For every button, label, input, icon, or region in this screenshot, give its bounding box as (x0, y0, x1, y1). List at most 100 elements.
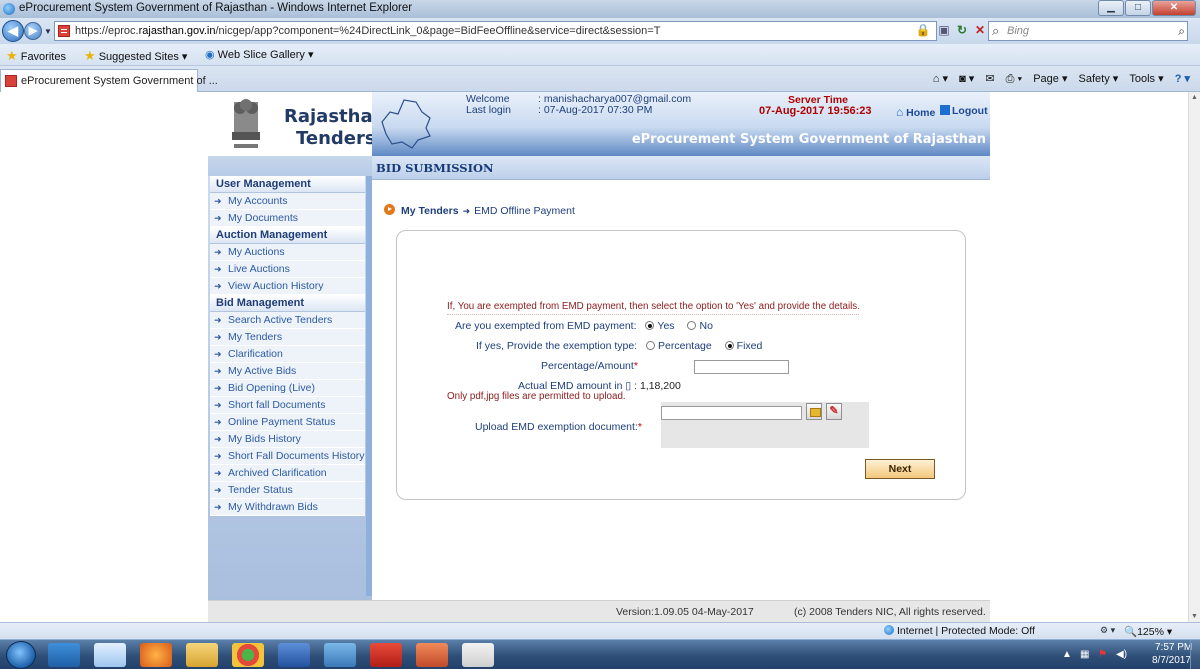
next-button[interactable]: Next (865, 459, 935, 479)
refresh-icon[interactable]: ↻ (953, 21, 971, 39)
site-header: Rajasthan Tenders Welcome Last login : m… (208, 92, 990, 156)
exempted-no-radio[interactable] (687, 321, 697, 330)
taskbar-chrome-icon[interactable] (232, 643, 264, 667)
address-field[interactable]: https://eproc.rajasthan.gov.in/nicgep/ap… (54, 21, 937, 41)
tools-menu[interactable]: Tools ▾ (1129, 73, 1163, 85)
taskbar-remote-desktop-icon[interactable] (324, 643, 356, 667)
sidebar: User Management ➜ My Accounts ➜ My Documents… (208, 156, 372, 600)
minimize-button[interactable]: ▁ (1098, 0, 1124, 16)
close-window-button[interactable]: ✕ (1152, 0, 1196, 16)
exempted-yes-radio[interactable] (645, 321, 655, 330)
print-icon[interactable]: ⎙ ▾ (1006, 73, 1022, 85)
sidebar-item[interactable]: ➜ Live Auctions (210, 261, 365, 278)
scroll-down-icon[interactable]: ▼ (1191, 613, 1198, 620)
file-path-input[interactable] (661, 406, 802, 420)
taskbar-explorer-icon[interactable] (186, 643, 218, 667)
sidebar-item-label: Archived Clarification (228, 467, 327, 479)
sidebar-item[interactable]: ➜ My Active Bids (210, 363, 365, 380)
sidebar-item-label: Search Active Tenders (228, 314, 333, 326)
taskbar-paint-icon[interactable] (416, 643, 448, 667)
portal-title: eProcurement System Government of Rajast… (631, 132, 986, 147)
compatibility-view-icon[interactable]: ▣ (935, 21, 953, 39)
breadcrumb-my-tenders[interactable]: My Tenders (401, 205, 459, 217)
exempted-label: Are you exempted from EMD payment: (455, 320, 637, 332)
taskbar-word-icon[interactable] (278, 643, 310, 667)
page-scrollbar[interactable]: ▲ ▼ (1188, 92, 1200, 622)
sidebar-item[interactable]: ➜ Bid Opening (Live) (210, 380, 365, 397)
taskbar-acrobat-icon[interactable] (370, 643, 402, 667)
sidebar-item[interactable]: ➜ My Bids History (210, 431, 365, 448)
sidebar-item-label: Clarification (228, 348, 283, 360)
home-page-icon[interactable]: ⌂ ▾ (933, 73, 948, 85)
clock-time[interactable]: 7:57 PM (1155, 642, 1192, 653)
show-hidden-icons[interactable]: ▲ (1062, 649, 1072, 660)
help-icon[interactable]: ? ▾ (1175, 73, 1190, 85)
back-button[interactable]: ◀ (2, 20, 24, 42)
lock-icon[interactable]: 🔒 (914, 21, 932, 39)
sidebar-item[interactable]: ➜ My Auctions (210, 244, 365, 261)
sidebar-arrow-icon: ➜ (214, 332, 222, 342)
exemption-percentage-option[interactable]: Percentage (640, 340, 712, 352)
search-go-icon[interactable]: ⌕ (1178, 24, 1185, 39)
security-zone[interactable]: Internet | Protected Mode: Off (884, 625, 1035, 637)
clear-file-button[interactable]: ✎ (826, 403, 842, 420)
scroll-up-icon[interactable]: ▲ (1191, 94, 1198, 101)
required-marker: * (637, 421, 642, 433)
read-mail-icon[interactable]: ✉ (985, 73, 994, 85)
sidebar-item[interactable]: ➜ My Tenders (210, 329, 365, 346)
sidebar-menu: User Management ➜ My Accounts ➜ My Documents… (208, 176, 372, 516)
exempted-no-option[interactable]: No (681, 320, 713, 332)
safety-menu[interactable]: Safety ▾ (1079, 73, 1119, 85)
sidebar-item[interactable]: ➜ Tender Status (210, 482, 365, 499)
protected-mode-icon[interactable]: ⚙ ▾ (1100, 625, 1115, 636)
sidebar-item[interactable]: ➜ My Documents (210, 210, 365, 227)
address-url: https://eproc.rajasthan.gov.in/nicgep/ap… (75, 25, 661, 37)
status-bar: Internet | Protected Mode: Off ⚙ ▾ 🔍125%… (0, 622, 1200, 639)
sidebar-item[interactable]: ➜ Online Payment Status (210, 414, 365, 431)
forward-button[interactable]: ▶ (24, 22, 42, 40)
feeds-icon[interactable]: ◙ ▾ (959, 73, 974, 85)
exempted-row: Are you exempted from EMD payment: Yes N… (455, 320, 713, 332)
suggested-sites-link[interactable]: ★ Suggested Sites ▾ (84, 48, 187, 64)
sidebar-item[interactable]: ➜ Search Active Tenders (210, 312, 365, 329)
stop-icon[interactable]: ✕ (971, 21, 989, 39)
network-icon[interactable]: ▦ (1080, 649, 1089, 660)
percentage-amount-input[interactable] (694, 360, 789, 374)
search-field[interactable]: ⌕ Bing ⌕ (988, 21, 1188, 41)
exemption-fixed-option[interactable]: Fixed (719, 340, 762, 352)
sidebar-item[interactable]: ➜ My Withdrawn Bids (210, 499, 365, 516)
start-button-icon[interactable] (6, 641, 36, 669)
sidebar-item[interactable]: ➜ Short fall Documents (210, 397, 365, 414)
exempted-yes-option[interactable]: Yes (639, 320, 675, 332)
sidebar-arrow-icon: ➜ (214, 468, 222, 478)
exemption-percentage-radio[interactable] (646, 341, 656, 350)
upload-row: Upload EMD exemption document:* (475, 421, 642, 433)
favorites-button[interactable]: ★ Favorites (6, 48, 66, 64)
tab-eprocurement[interactable]: eProcurement System Government of ... (0, 69, 218, 92)
web-slice-gallery-link[interactable]: ◉ Web Slice Gallery ▾ (205, 48, 313, 61)
sidebar-item[interactable]: ➜ Archived Clarification (210, 465, 365, 482)
volume-icon[interactable]: ◀) (1116, 649, 1127, 660)
ie-logo-icon (3, 3, 15, 15)
sidebar-item[interactable]: ➜ View Auction History (210, 278, 365, 295)
maximize-button[interactable]: □ (1125, 0, 1151, 16)
taskbar-paint-palette-icon[interactable] (462, 643, 494, 667)
taskbar-firefox-icon[interactable] (140, 643, 172, 667)
percentage-amount-row: Percentage/Amount* (541, 360, 638, 372)
emd-exemption-note: If, You are exempted from EMD payment, t… (447, 301, 860, 315)
sidebar-item[interactable]: ➜ My Accounts (210, 193, 365, 210)
taskbar-media-player-icon[interactable] (94, 643, 126, 667)
recent-pages-dropdown[interactable]: ▼ (44, 27, 52, 36)
show-desktop-button[interactable] (1190, 640, 1200, 669)
sidebar-item[interactable]: ➜ Short Fall Documents History (210, 448, 365, 465)
exemption-fixed-radio[interactable] (724, 341, 734, 350)
logout-link[interactable]: Logout (940, 105, 988, 117)
clock-date[interactable]: 8/7/2017 (1152, 655, 1191, 666)
browse-folder-button[interactable] (806, 403, 822, 420)
home-link[interactable]: ⌂ Home (896, 105, 935, 119)
zoom-level[interactable]: 🔍125% ▾ (1124, 625, 1172, 638)
action-center-icon[interactable]: ⚑ (1098, 649, 1107, 660)
page-menu[interactable]: Page ▾ (1033, 73, 1067, 85)
sidebar-item[interactable]: ➜ Clarification (210, 346, 365, 363)
taskbar-ie-icon[interactable] (48, 643, 80, 667)
